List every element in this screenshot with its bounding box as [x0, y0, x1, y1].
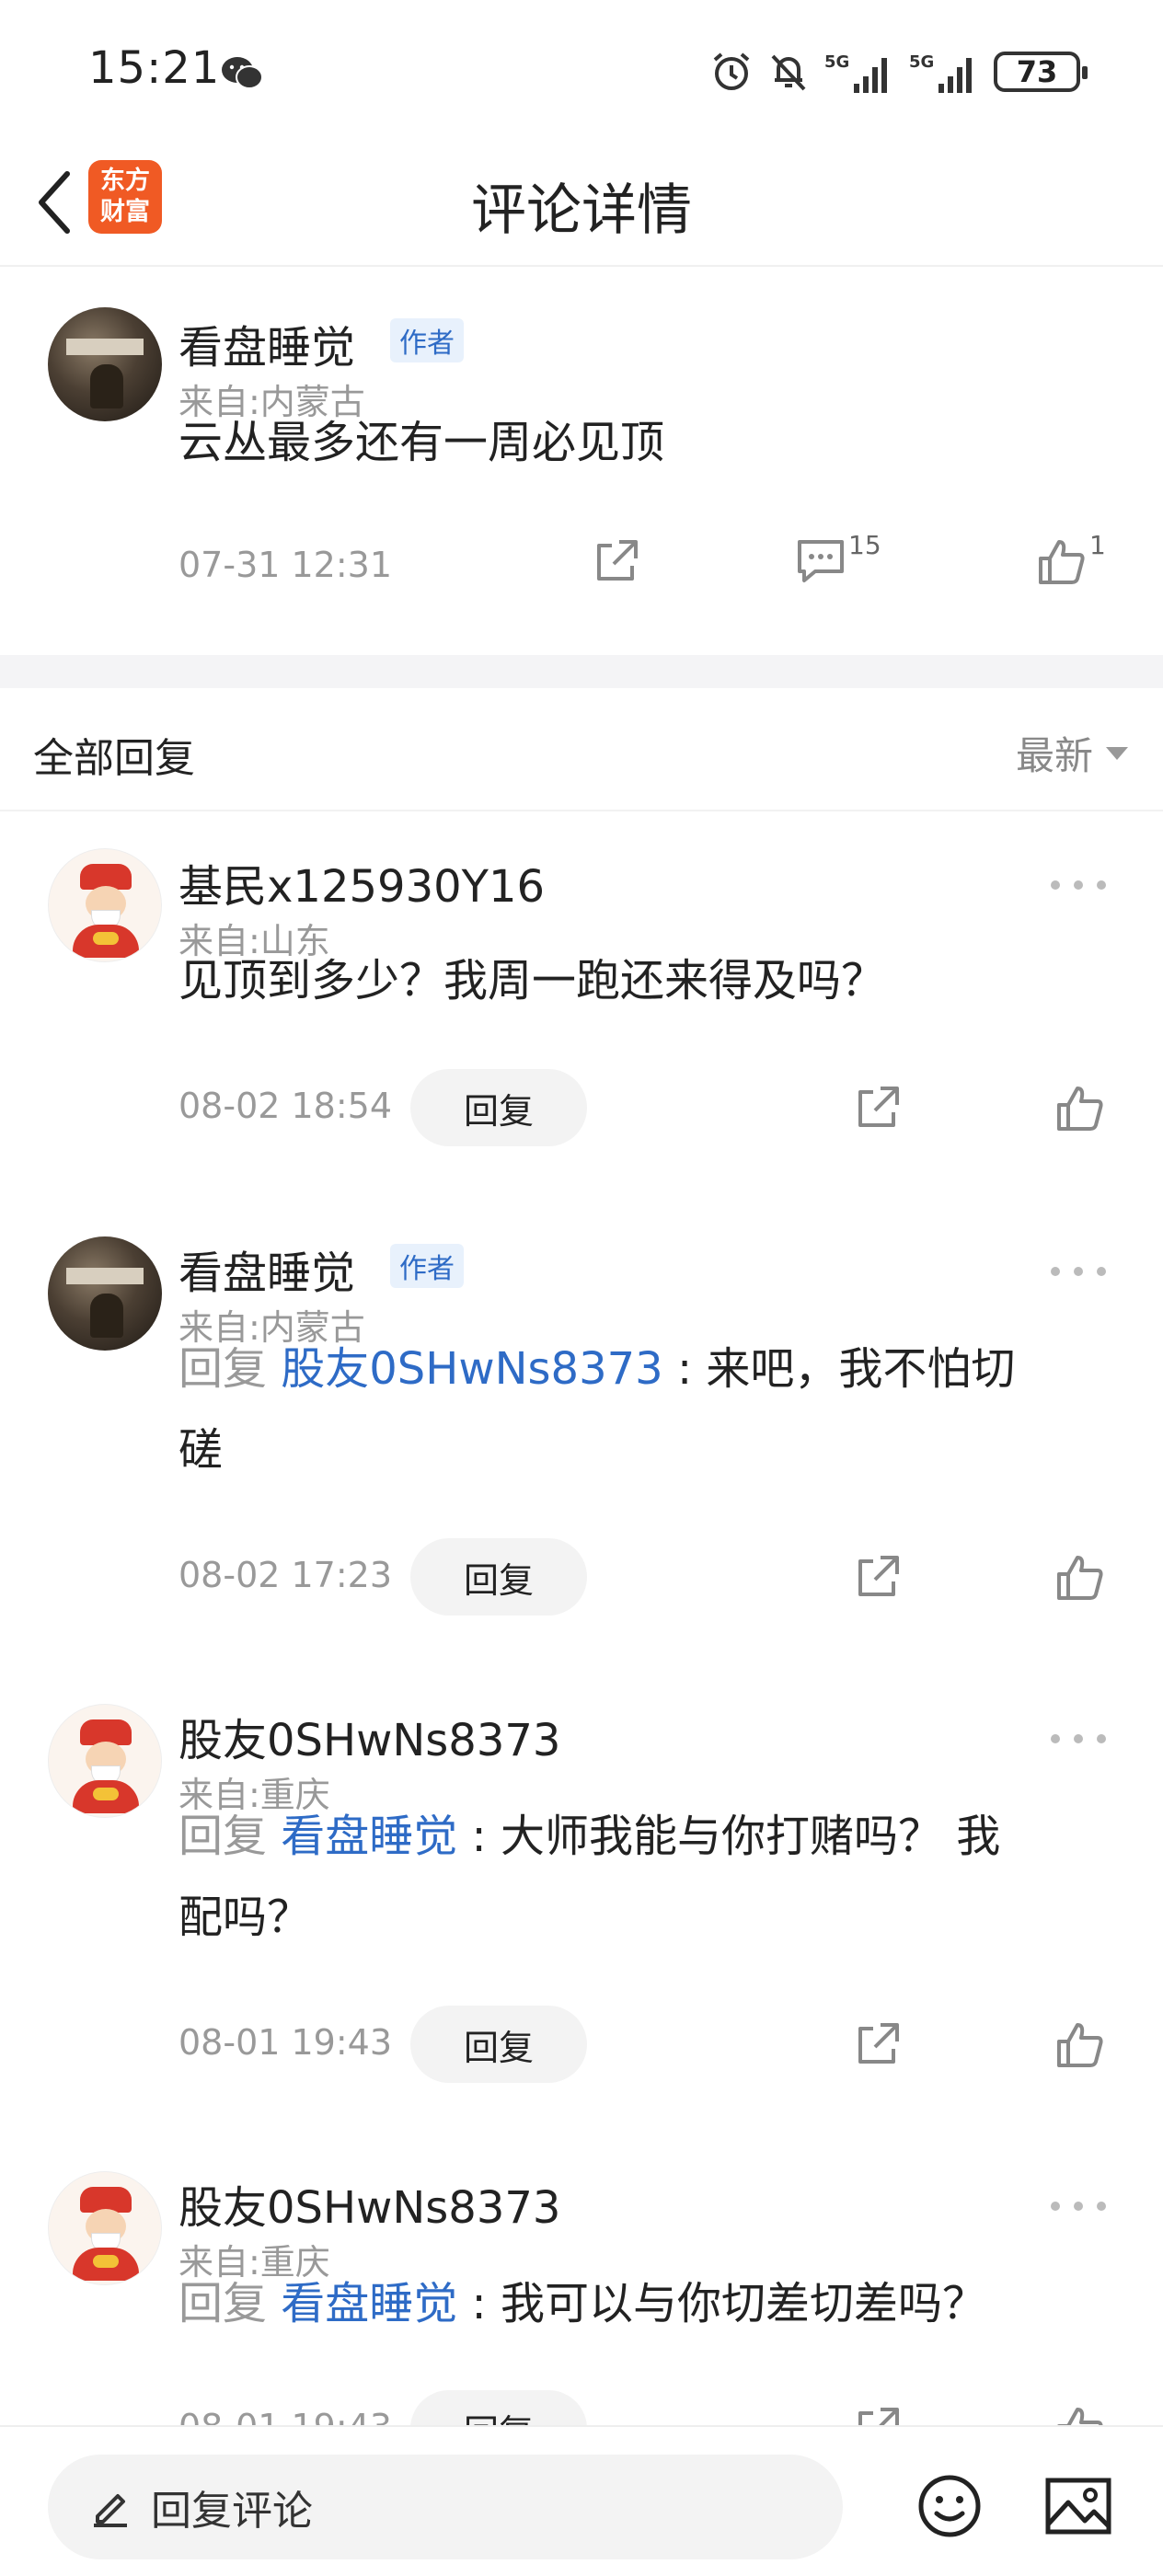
reply-text: 回复 看盘睡觉 : 大师我能与你打赌吗？ 我 [178, 1796, 1108, 1877]
like-button[interactable] [1053, 1080, 1108, 1135]
avatar[interactable] [48, 307, 162, 421]
replies-title: 全部回复 [33, 735, 195, 782]
reply-target-link[interactable]: 股友0SHwNs8373 [281, 1343, 662, 1395]
status-time: 15:21 [88, 42, 221, 94]
mute-bell-icon [771, 54, 806, 91]
reply-target-link[interactable]: 看盘睡觉 [281, 1811, 457, 1862]
reply-content: 见顶到多少？我周一跑还来得及吗？ [178, 955, 886, 1006]
more-options-icon[interactable] [1051, 876, 1106, 894]
reply-item: 基民x125930Y16 来自:山东 见顶到多少？我周一跑还来得及吗？ 08-0… [0, 811, 1163, 1179]
reply-text: 见顶到多少？我周一跑还来得及吗？ [178, 940, 1108, 1021]
image-icon [1045, 2478, 1111, 2535]
image-button[interactable] [1040, 2467, 1117, 2545]
reply-content: : 我可以与你切差切差吗？ [457, 2278, 986, 2329]
reply-text: 回复 股友0SHwNs8373 : 来吧，我不怕切 [178, 1328, 1108, 1409]
reply-content: : 来吧，我不怕切 [662, 1343, 1016, 1395]
sort-dropdown[interactable]: 最新 [1016, 725, 1128, 781]
avatar[interactable] [48, 848, 162, 962]
author-badge: 作者 [390, 318, 464, 362]
like-count: 1 [1089, 530, 1106, 560]
smiley-icon [918, 2475, 981, 2537]
replies-header: 全部回复 最新 [0, 688, 1163, 811]
reply-input-placeholder: 回复评论 [151, 2488, 313, 2535]
share-icon [597, 540, 638, 581]
battery-icon: 73 [994, 52, 1088, 92]
more-options-icon[interactable] [1051, 1262, 1106, 1281]
timestamp: 08-01 19:43 [178, 2022, 393, 2063]
reply-item: 股友0SHwNs8373 来自:重庆 回复 看盘睡觉 : 大师我能与你打赌吗？ … [0, 1663, 1163, 2123]
reply-text: 回复 看盘睡觉 : 我可以与你切差切差吗？ [178, 2263, 1108, 2344]
thumbs-up-icon [1057, 2023, 1103, 2067]
like-button[interactable] [1053, 2401, 1108, 2425]
share-button[interactable] [850, 2017, 905, 2072]
original-comment: 看盘睡觉 作者 来自:内蒙古 云丛最多还有一周必见顶 07-31 12:31 1… [0, 267, 1163, 653]
wechat-icon [222, 57, 263, 89]
avatar[interactable] [48, 1236, 162, 1351]
share-icon [858, 1087, 899, 1127]
reply-text-continued: 配吗？ [178, 1892, 312, 1943]
timestamp: 08-01 19:43 [178, 2407, 392, 2425]
reply-item: 看盘睡觉 作者 来自:内蒙古 回复 股友0SHwNs8373 : 来吧，我不怕切… [0, 1196, 1163, 1656]
reply-input[interactable]: 回复评论 [48, 2455, 843, 2559]
thumbs-up-icon [1057, 1556, 1103, 1600]
reply-button[interactable]: 回复 [410, 1538, 587, 1616]
author-badge: 作者 [390, 1244, 464, 1288]
caret-down-icon [1106, 746, 1128, 760]
thumbs-up-icon [1057, 1087, 1103, 1131]
comment-count: 15 [848, 530, 881, 560]
reply-prefix: 回复 [178, 2278, 282, 2329]
comment-icon [798, 540, 844, 582]
alarm-icon [713, 52, 750, 90]
thumbs-up-icon [1039, 540, 1085, 584]
share-button[interactable] [589, 534, 644, 589]
network-label-2: 5G [909, 52, 934, 72]
sort-label: 最新 [1015, 733, 1093, 778]
like-button[interactable] [1034, 534, 1089, 589]
reply-text-continued: 磋 [178, 1424, 224, 1476]
username[interactable]: 看盘睡觉 [178, 1236, 355, 1301]
share-icon [858, 1556, 899, 1596]
more-options-icon[interactable] [1051, 1730, 1106, 1748]
timestamp: 08-02 17:23 [178, 1555, 393, 1595]
like-button[interactable] [1053, 1549, 1108, 1604]
share-button[interactable] [850, 1080, 905, 1135]
username[interactable]: 股友0SHwNs8373 [178, 2171, 560, 2236]
page-title: 评论详情 [471, 178, 692, 243]
reply-button[interactable]: 回复 [410, 1069, 587, 1146]
share-icon [858, 2408, 899, 2425]
emoji-button[interactable] [911, 2467, 988, 2545]
comment-text: 云丛最多还有一周必见顶 [178, 417, 665, 468]
username[interactable]: 股友0SHwNs8373 [178, 1704, 560, 1768]
avatar[interactable] [48, 1704, 162, 1818]
avatar[interactable] [48, 2171, 162, 2285]
signal-icon: 5G [909, 52, 972, 93]
timestamp: 07-31 12:31 [178, 545, 393, 585]
bottom-input-bar: 回复评论 [0, 2425, 1163, 2576]
comment-button[interactable] [793, 534, 848, 589]
reply-button[interactable]: 回复 [410, 2390, 587, 2425]
share-button[interactable] [850, 2401, 905, 2425]
share-button[interactable] [850, 1549, 905, 1604]
status-bar: 15:21 5G 5G 73 [0, 0, 1163, 138]
network-label-1: 5G [824, 52, 849, 72]
pencil-icon [94, 2494, 127, 2527]
timestamp: 08-02 18:54 [178, 1086, 393, 1126]
nav-header: 东方 财富 评论详情 [0, 138, 1163, 267]
username[interactable]: 看盘睡觉 [178, 311, 355, 375]
signal-icon: 5G [824, 52, 887, 93]
section-divider [0, 655, 1163, 688]
reply-content: : 大师我能与你打赌吗？ 我 [457, 1811, 1001, 1862]
reply-item: 股友0SHwNs8373 来自:重庆 回复 看盘睡觉 : 我可以与你切差切差吗？… [0, 2131, 1163, 2425]
reply-prefix: 回复 [178, 1343, 282, 1395]
share-icon [858, 2023, 899, 2064]
reply-target-link[interactable]: 看盘睡觉 [281, 2278, 457, 2329]
more-options-icon[interactable] [1051, 2197, 1106, 2215]
thumbs-up-icon [1057, 2408, 1103, 2425]
reply-prefix: 回复 [178, 1811, 282, 1862]
username[interactable]: 基民x125930Y16 [178, 850, 545, 914]
reply-button[interactable]: 回复 [410, 2006, 587, 2083]
battery-level: 73 [1016, 54, 1058, 89]
like-button[interactable] [1053, 2017, 1108, 2072]
